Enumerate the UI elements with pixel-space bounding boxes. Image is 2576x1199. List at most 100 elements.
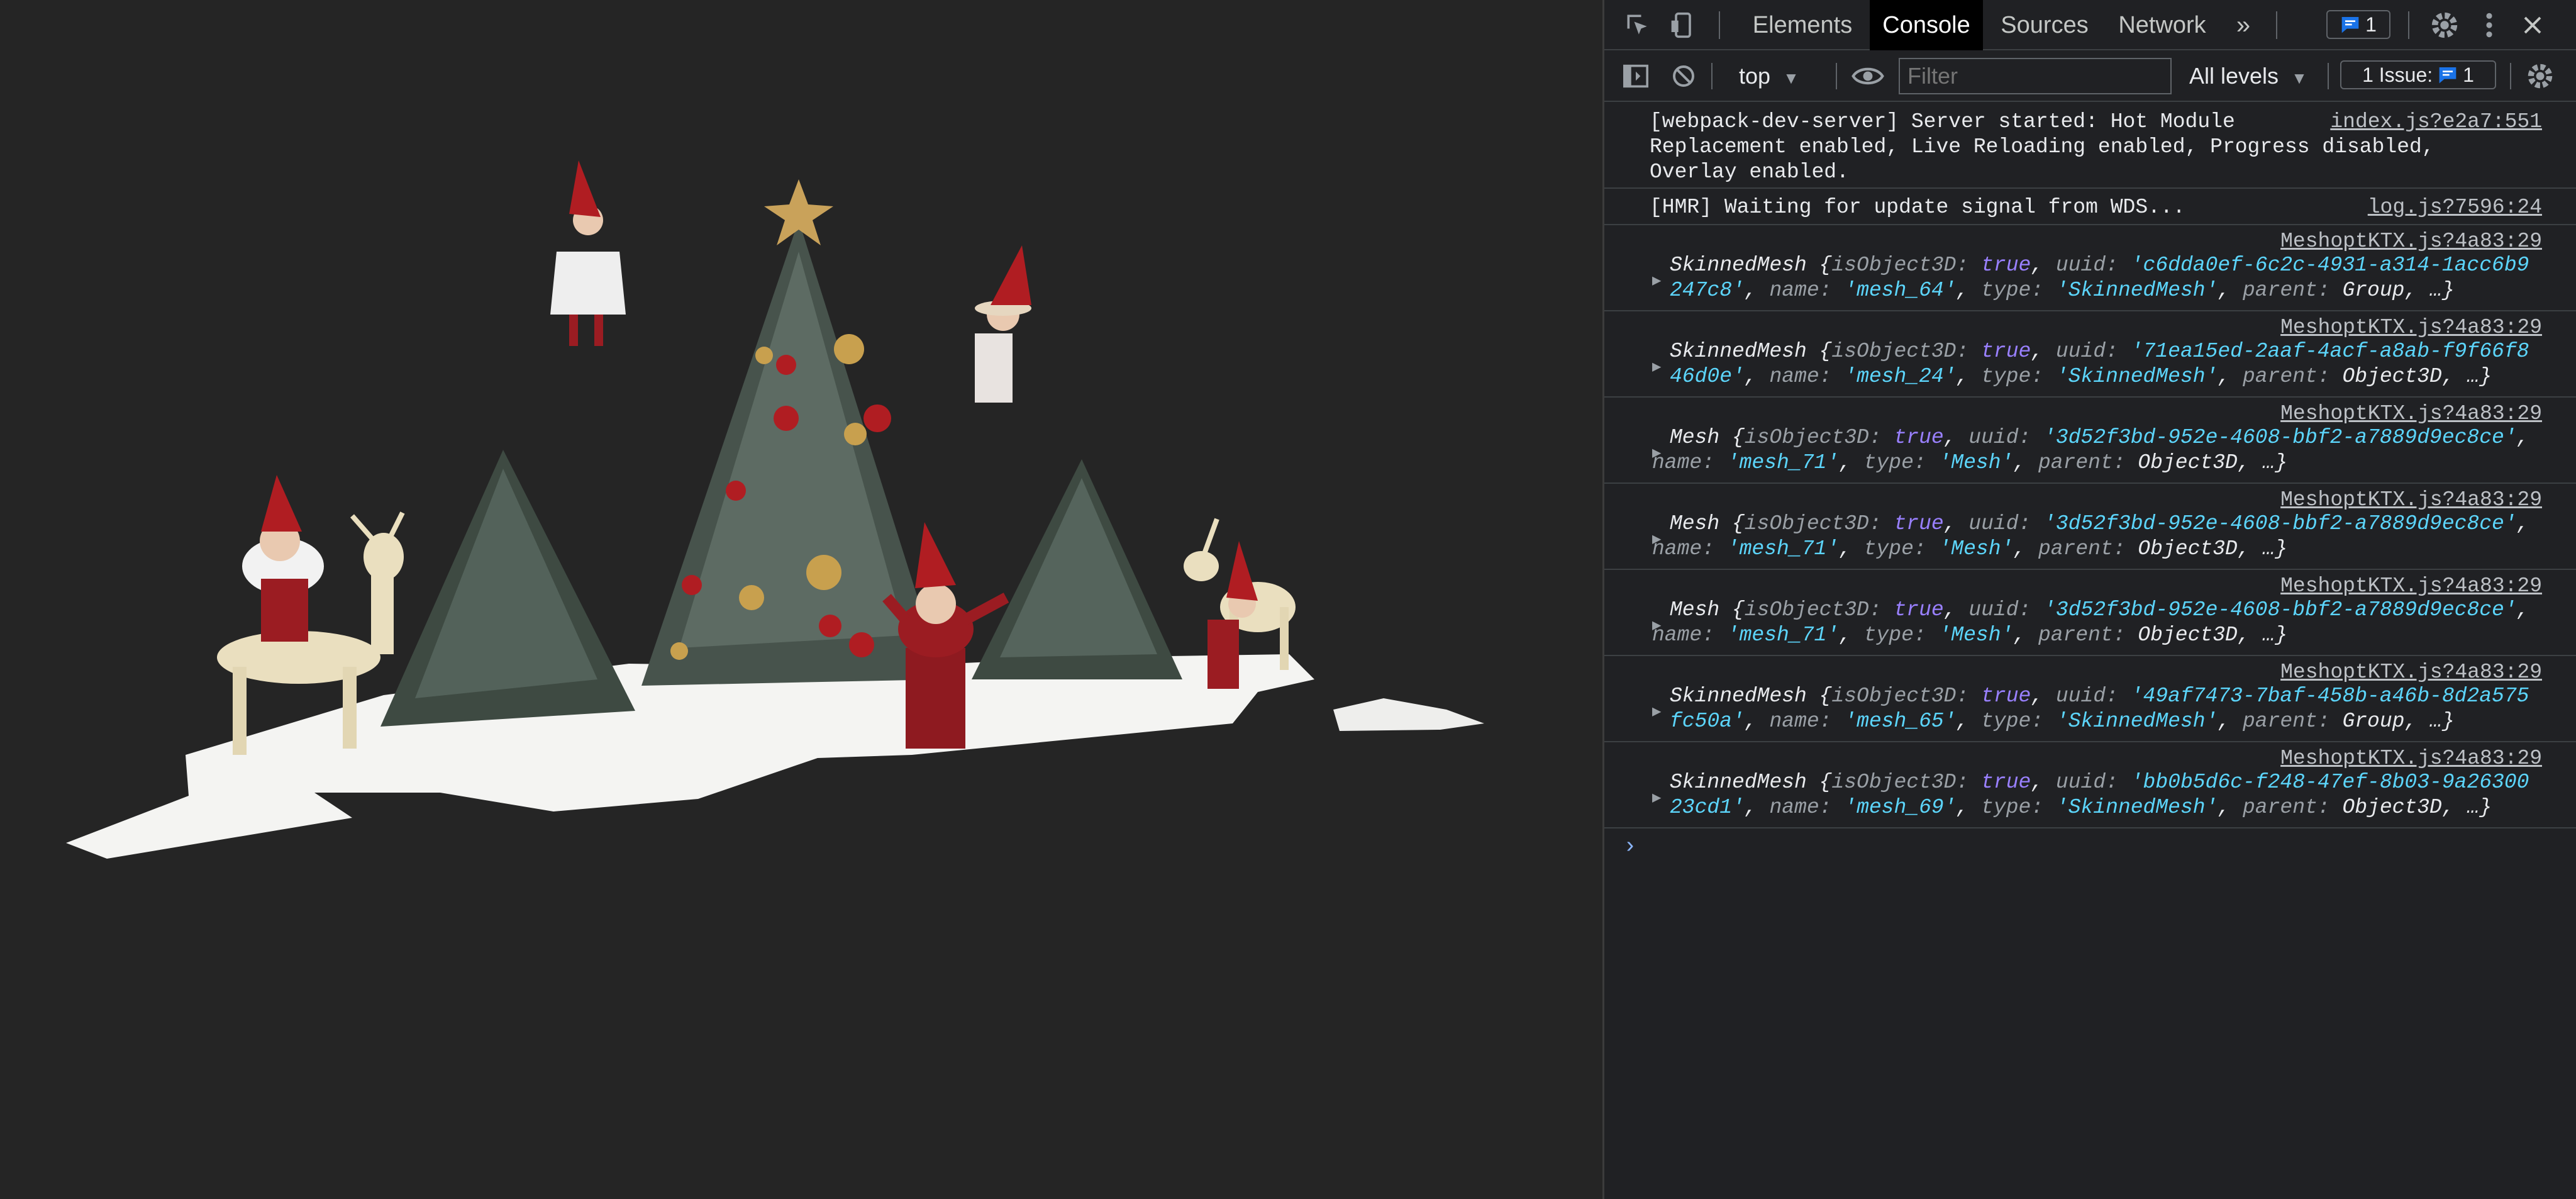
messages-badge[interactable]: 1 (2326, 10, 2390, 39)
object-parent: Group (2342, 279, 2405, 302)
source-link[interactable]: MeshoptKTX.js?4a83:29 (2280, 574, 2542, 599)
message-icon (2341, 17, 2359, 33)
tab-console[interactable]: Console (1870, 0, 1983, 50)
tab-elements[interactable]: Elements (1745, 0, 1860, 50)
object-name: 'mesh_71' (1726, 537, 1840, 560)
source-link[interactable]: MeshoptKTX.js?4a83:29 (2280, 488, 2542, 513)
context-selector[interactable]: top ▼ (1739, 50, 1799, 102)
console-prompt-row[interactable]: › (1604, 828, 2576, 866)
console-settings-gear-icon[interactable] (2523, 50, 2558, 102)
separator (1719, 11, 1720, 39)
object-class: SkinnedMesh (1670, 684, 1807, 708)
object-class: SkinnedMesh (1670, 771, 1807, 794)
object-uuid: '3d52f3bd-952e-4608-bbf2-a7889d9ec8ce' (2043, 512, 2517, 535)
message-line: Replacement enabled, Live Reloading enab… (1650, 135, 2434, 159)
source-link[interactable]: MeshoptKTX.js?4a83:29 (2280, 401, 2542, 427)
log-levels-dropdown[interactable]: All levels ▼ (2189, 50, 2307, 102)
message-icon (2439, 67, 2457, 84)
tab-network[interactable]: Network (2106, 0, 2218, 50)
expand-triangle-icon[interactable]: ▶ (1652, 355, 1661, 381)
tab-sources[interactable]: Sources (1990, 0, 2099, 50)
snow-ground (66, 654, 1314, 859)
object-parent: Object3D (2342, 365, 2442, 388)
console-prompt[interactable]: › (1623, 834, 1637, 859)
expand-triangle-icon[interactable]: ▶ (1652, 786, 1661, 811)
source-link[interactable]: index.js?e2a7:551 (2330, 109, 2542, 135)
device-toolbar-icon[interactable] (1667, 0, 1699, 50)
object-uuid: '3d52f3bd-952e-4608-bbf2-a7889d9ec8ce' (2043, 426, 2517, 449)
object-name: 'mesh_71' (1726, 623, 1840, 647)
message-line: Overlay enabled. (1650, 160, 1849, 184)
issues-count: 1 (2463, 63, 2474, 86)
object-class: Mesh (1670, 598, 1720, 622)
object-parent: Object3D (2138, 623, 2238, 647)
devtools-tabbar: Elements Console Sources Network » 1 (1604, 0, 2576, 50)
console-message[interactable]: MeshoptKTX.js?4a83:29 ▶ SkinnedMesh {isO… (1604, 225, 2576, 311)
source-link[interactable]: MeshoptKTX.js?4a83:29 (2280, 746, 2542, 771)
more-options-icon[interactable] (2473, 0, 2505, 50)
more-tabs-button[interactable]: » (2223, 0, 2263, 50)
object-class: Mesh (1670, 512, 1720, 535)
object-parent: Group (2342, 710, 2405, 733)
object-type: 'SkinnedMesh' (2055, 365, 2218, 388)
devtools-panel: Elements Console Sources Network » 1 top (1602, 0, 2576, 1199)
issues-button[interactable]: 1 Issue: 1 (2340, 60, 2496, 89)
object-uuid-cont: fc50a' (1670, 710, 1745, 733)
console-message[interactable]: MeshoptKTX.js?4a83:29 ▶ Mesh {isObject3D… (1604, 484, 2576, 570)
messages-count: 1 (2365, 13, 2377, 36)
source-link[interactable]: MeshoptKTX.js?4a83:29 (2280, 229, 2542, 254)
source-link[interactable]: MeshoptKTX.js?4a83:29 (2280, 315, 2542, 340)
snow-patch (1333, 698, 1484, 731)
console-messages: index.js?e2a7:551 [webpack-dev-server] S… (1604, 102, 2576, 866)
clear-console-icon[interactable] (1666, 50, 1701, 102)
object-type: 'Mesh' (1938, 623, 2014, 647)
console-filter-input[interactable] (1899, 58, 2172, 94)
object-type: 'SkinnedMesh' (2055, 710, 2218, 733)
separator (2276, 11, 2277, 39)
console-message[interactable]: MeshoptKTX.js?4a83:29 ▶ SkinnedMesh {isO… (1604, 656, 2576, 742)
object-type: 'Mesh' (1938, 451, 2014, 474)
separator (2328, 63, 2329, 89)
object-uuid: 'bb0b5d6c-f248-47ef-8b03-9a26300 (2130, 771, 2529, 794)
dropdown-arrow-icon: ▼ (2291, 69, 2307, 87)
object-type: 'SkinnedMesh' (2055, 279, 2218, 302)
object-uuid: '3d52f3bd-952e-4608-bbf2-a7889d9ec8ce' (2043, 598, 2517, 622)
separator (2408, 11, 2409, 39)
message-line: [webpack-dev-server] Server started: Hot… (1650, 110, 2235, 133)
object-name: 'mesh_71' (1726, 451, 1840, 474)
expand-triangle-icon[interactable]: ▶ (1652, 700, 1661, 725)
console-toolbar: top ▼ All levels ▼ 1 Issue: 1 (1604, 50, 2576, 102)
source-link[interactable]: log.js?7596:24 (2368, 195, 2542, 220)
source-link[interactable]: MeshoptKTX.js?4a83:29 (2280, 660, 2542, 685)
3d-scene-canvas[interactable] (0, 0, 1602, 1199)
message-line: [HMR] Waiting for update signal from WDS… (1650, 196, 2185, 219)
object-parent: Object3D (2138, 537, 2238, 560)
object-class: SkinnedMesh (1670, 340, 1807, 363)
object-name: 'mesh_69' (1844, 796, 1957, 819)
object-name: 'mesh_24' (1844, 365, 1957, 388)
sidebar-toggle-icon[interactable] (1618, 50, 1653, 102)
console-message: index.js?e2a7:551 [webpack-dev-server] S… (1604, 102, 2576, 189)
console-message[interactable]: MeshoptKTX.js?4a83:29 ▶ Mesh {isObject3D… (1604, 570, 2576, 656)
object-parent: Object3D (2138, 451, 2238, 474)
object-uuid-cont: 247c8' (1670, 279, 1745, 302)
console-message[interactable]: MeshoptKTX.js?4a83:29 ▶ SkinnedMesh {isO… (1604, 311, 2576, 398)
separator (2510, 63, 2511, 89)
live-expression-eye-icon[interactable] (1846, 50, 1890, 102)
inspect-element-icon[interactable] (1622, 0, 1653, 50)
object-name: 'mesh_65' (1844, 710, 1957, 733)
settings-gear-icon[interactable] (2426, 0, 2463, 50)
elf-floating-right (975, 245, 1031, 403)
object-parent: Object3D (2342, 796, 2442, 819)
object-name: 'mesh_64' (1844, 279, 1957, 302)
expand-triangle-icon[interactable]: ▶ (1652, 269, 1661, 294)
right-pine-tree (972, 459, 1182, 679)
close-icon[interactable] (2515, 0, 2550, 50)
console-message[interactable]: MeshoptKTX.js?4a83:29 ▶ SkinnedMesh {isO… (1604, 742, 2576, 828)
separator (1711, 63, 1713, 89)
context-label: top (1739, 63, 1771, 89)
separator (1836, 63, 1837, 89)
object-class: Mesh (1670, 426, 1720, 449)
santa-elf (242, 475, 324, 642)
console-message[interactable]: MeshoptKTX.js?4a83:29 ▶ Mesh {isObject3D… (1604, 398, 2576, 484)
